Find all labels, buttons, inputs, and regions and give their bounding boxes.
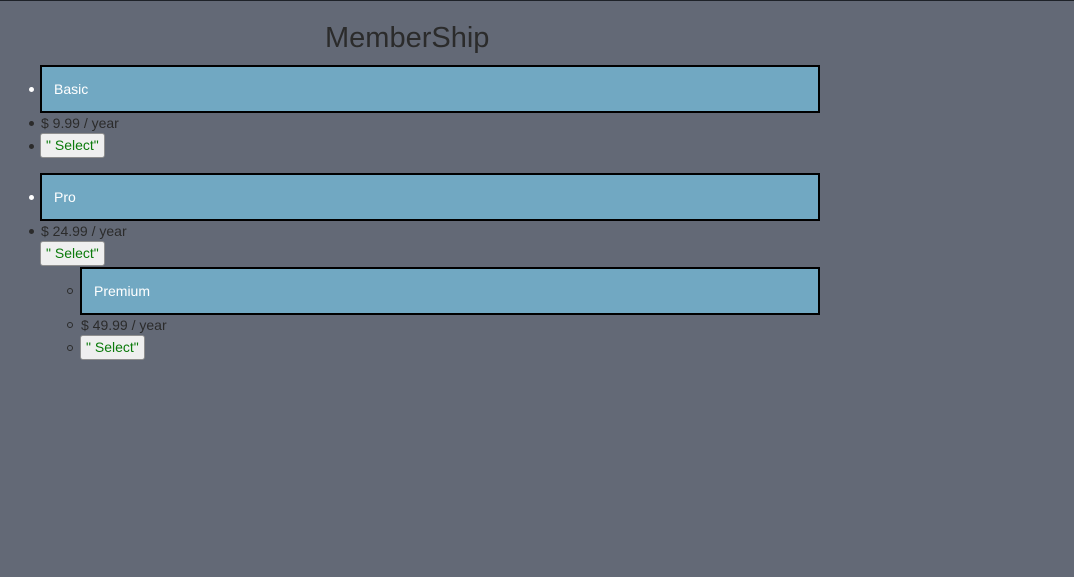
list-bullet bbox=[67, 345, 73, 351]
plan-name-basic: Basic bbox=[40, 65, 820, 113]
list-bullet bbox=[67, 288, 73, 294]
list-bullet bbox=[67, 322, 73, 328]
plan-price-premium: $ 49.99 / year bbox=[81, 317, 167, 333]
plan-price-pro: $ 24.99 / year bbox=[41, 223, 127, 239]
plan-name-premium: Premium bbox=[80, 267, 820, 315]
plan-price-basic: $ 9.99 / year bbox=[41, 115, 119, 131]
select-premium-button[interactable]: " Select" bbox=[80, 335, 145, 360]
select-pro-button[interactable]: " Select" bbox=[40, 241, 105, 266]
list-bullet bbox=[29, 229, 34, 234]
list-bullet bbox=[29, 144, 34, 149]
select-basic-button[interactable]: " Select" bbox=[40, 133, 105, 158]
plan-name-pro: Pro bbox=[40, 173, 820, 221]
list-bullet bbox=[29, 195, 34, 200]
page-title: MemberShip bbox=[325, 22, 490, 54]
list-bullet bbox=[29, 87, 34, 92]
list-bullet bbox=[29, 121, 34, 126]
